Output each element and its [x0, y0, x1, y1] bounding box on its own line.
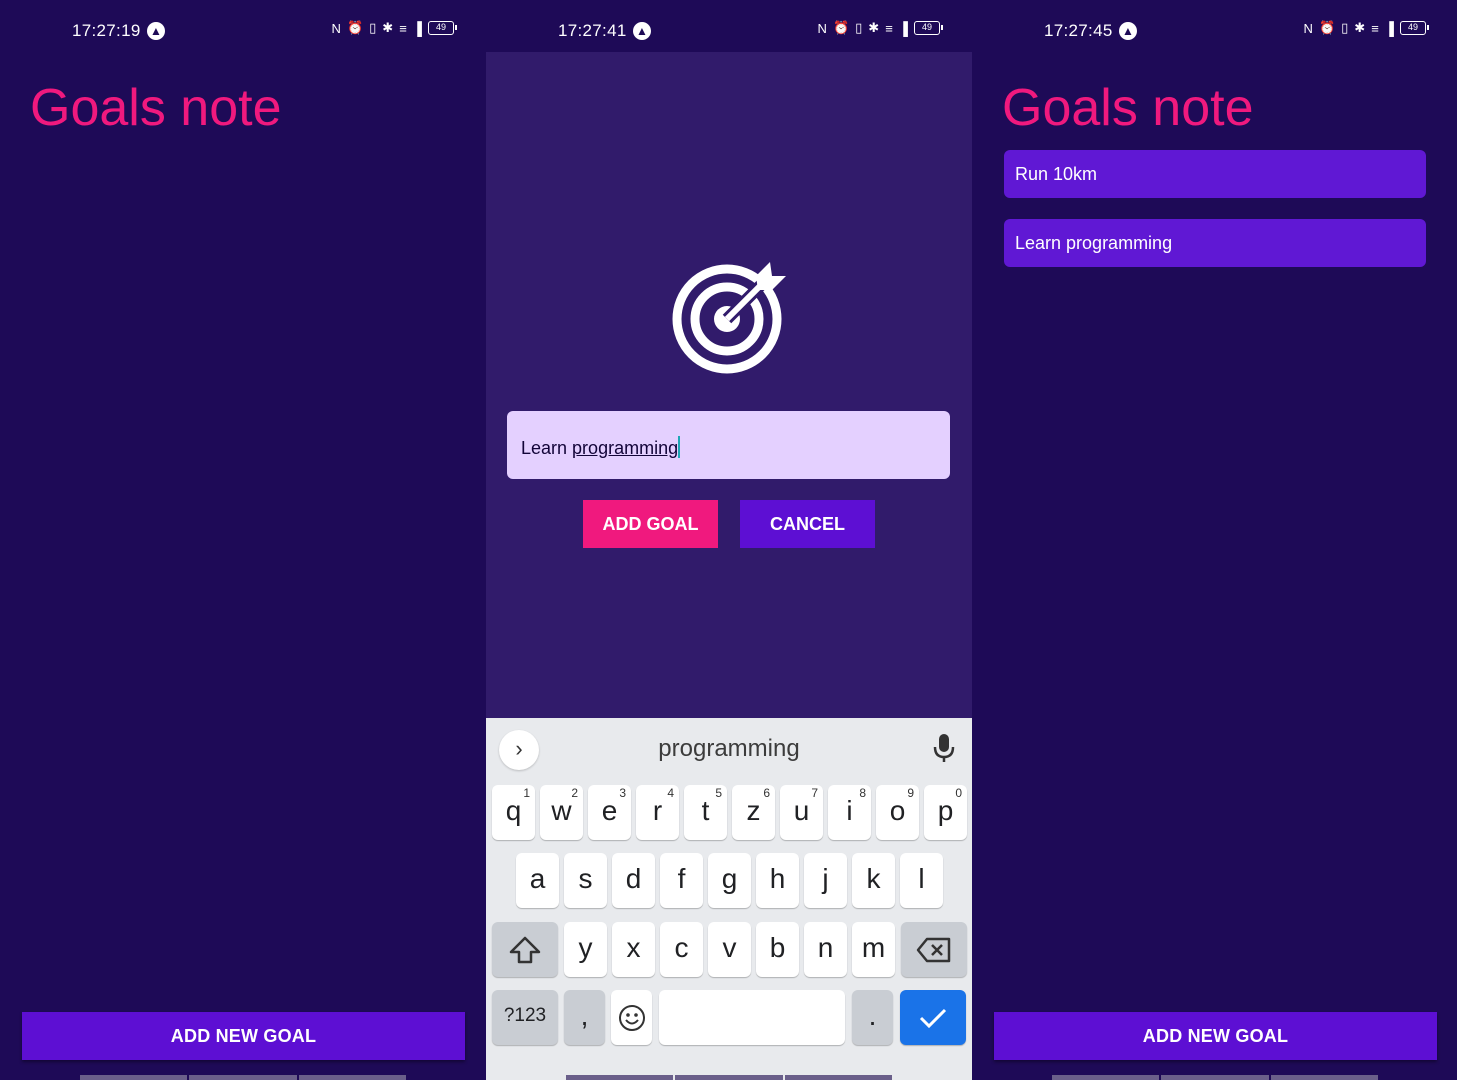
input-composing-word: programming	[572, 438, 679, 458]
period-key[interactable]: .	[852, 990, 893, 1045]
add-new-goal-button[interactable]: ADD NEW GOAL	[994, 1012, 1437, 1060]
vibrate-icon: ▯	[369, 20, 377, 35]
page-title: Goals note	[30, 79, 282, 137]
alarm-icon: ⏰	[832, 20, 850, 35]
goal-list-item[interactable]: Run 10km	[1004, 150, 1426, 198]
nfc-icon: N	[331, 20, 341, 36]
key-j[interactable]: j	[804, 853, 847, 908]
keyboard-suggestion-bar: › programming	[486, 718, 972, 778]
screen-empty-list: 17:27:19 ▲ N ⏰ ▯ ✱ ≡ ▐ 49 Goals note ADD…	[0, 0, 486, 1080]
navigation-bar	[80, 1075, 406, 1080]
key-g[interactable]: g	[708, 853, 751, 908]
check-icon[interactable]	[900, 990, 966, 1045]
key-a[interactable]: a	[516, 853, 559, 908]
signal-icon: ▐	[1384, 20, 1394, 36]
signal-icon: ▐	[898, 20, 908, 36]
key-n[interactable]: n	[804, 922, 847, 977]
wifi-icon: ≡	[1371, 20, 1379, 36]
key-d[interactable]: d	[612, 853, 655, 908]
status-bar: 17:27:19 ▲ N ⏰ ▯ ✱ ≡ ▐ 49	[0, 0, 486, 52]
space-bar[interactable]	[659, 990, 845, 1045]
key-k[interactable]: k	[852, 853, 895, 908]
key-h[interactable]: h	[756, 853, 799, 908]
alarm-icon: ⏰	[1318, 20, 1336, 35]
app-badge-icon: ▲	[633, 22, 651, 40]
key-w[interactable]: w2	[540, 785, 583, 840]
battery-icon: 49	[1400, 21, 1429, 35]
bluetooth-icon: ✱	[1354, 20, 1366, 35]
input-prefix: Learn	[521, 438, 573, 458]
soft-keyboard: › programming q1w2e3r4t5z6u7i8o9p0 asdfgh…	[486, 718, 972, 1080]
key-e[interactable]: e3	[588, 785, 631, 840]
signal-icon: ▐	[412, 20, 422, 36]
symbols-key[interactable]: ?123	[492, 990, 558, 1045]
shift-icon[interactable]	[492, 922, 558, 977]
key-r[interactable]: r4	[636, 785, 679, 840]
key-p[interactable]: p0	[924, 785, 967, 840]
screen-goal-list: 17:27:45 ▲ N ⏰ ▯ ✱ ≡ ▐ 49 Goals note Run…	[972, 0, 1457, 1080]
battery-icon: 49	[914, 21, 943, 35]
microphone-icon[interactable]	[932, 732, 956, 764]
key-i[interactable]: i8	[828, 785, 871, 840]
vibrate-icon: ▯	[1341, 20, 1349, 35]
wifi-icon: ≡	[399, 20, 407, 36]
app-badge-icon: ▲	[1119, 22, 1137, 40]
key-m[interactable]: m	[852, 922, 895, 977]
add-new-goal-button[interactable]: ADD NEW GOAL	[22, 1012, 465, 1060]
text-caret	[678, 436, 681, 458]
status-time: 17:27:19	[72, 21, 141, 40]
key-x[interactable]: x	[612, 922, 655, 977]
modal	[486, 52, 972, 718]
key-l[interactable]: l	[900, 853, 943, 908]
bluetooth-icon: ✱	[382, 20, 394, 35]
status-bar: 17:27:41 ▲ N ⏰ ▯ ✱ ≡ ▐ 49	[486, 0, 972, 52]
key-t[interactable]: t5	[684, 785, 727, 840]
key-b[interactable]: b	[756, 922, 799, 977]
status-bar: 17:27:45 ▲ N ⏰ ▯ ✱ ≡ ▐ 49	[972, 0, 1457, 52]
key-f[interactable]: f	[660, 853, 703, 908]
key-c[interactable]: c	[660, 922, 703, 977]
goal-input-value[interactable]: Learn programming	[521, 436, 681, 459]
goal-list-item[interactable]: Learn programming	[1004, 219, 1426, 267]
vibrate-icon: ▯	[855, 20, 863, 35]
add-goal-button[interactable]: ADD GOAL	[583, 500, 718, 548]
nfc-icon: N	[1303, 20, 1313, 36]
app-badge-icon: ▲	[147, 22, 165, 40]
target-icon	[672, 262, 786, 374]
wifi-icon: ≡	[885, 20, 893, 36]
comma-key[interactable]: ,	[564, 990, 605, 1045]
alarm-icon: ⏰	[346, 20, 364, 35]
keyboard-suggestion[interactable]: programming	[486, 735, 972, 763]
bluetooth-icon: ✱	[868, 20, 880, 35]
key-z[interactable]: z6	[732, 785, 775, 840]
navigation-bar	[566, 1075, 892, 1080]
key-u[interactable]: u7	[780, 785, 823, 840]
key-s[interactable]: s	[564, 853, 607, 908]
key-o[interactable]: o9	[876, 785, 919, 840]
emoji-icon[interactable]	[611, 990, 652, 1045]
key-y[interactable]: y	[564, 922, 607, 977]
status-icons: N ⏰ ▯ ✱ ≡ ▐ 49	[331, 20, 457, 36]
status-time: 17:27:41	[558, 21, 627, 40]
status-icons: N ⏰ ▯ ✱ ≡ ▐ 49	[1303, 20, 1429, 36]
backspace-icon[interactable]	[901, 922, 967, 977]
screen-add-goal-modal: 17:27:41 ▲ N ⏰ ▯ ✱ ≡ ▐ 49 Learn programm…	[486, 0, 972, 1080]
page-title: Goals note	[1002, 79, 1254, 137]
nfc-icon: N	[817, 20, 827, 36]
key-v[interactable]: v	[708, 922, 751, 977]
status-time: 17:27:45	[1044, 21, 1113, 40]
navigation-bar	[1052, 1075, 1378, 1080]
key-q[interactable]: q1	[492, 785, 535, 840]
status-icons: N ⏰ ▯ ✱ ≡ ▐ 49	[817, 20, 943, 36]
battery-icon: 49	[428, 21, 457, 35]
cancel-button[interactable]: CANCEL	[740, 500, 875, 548]
